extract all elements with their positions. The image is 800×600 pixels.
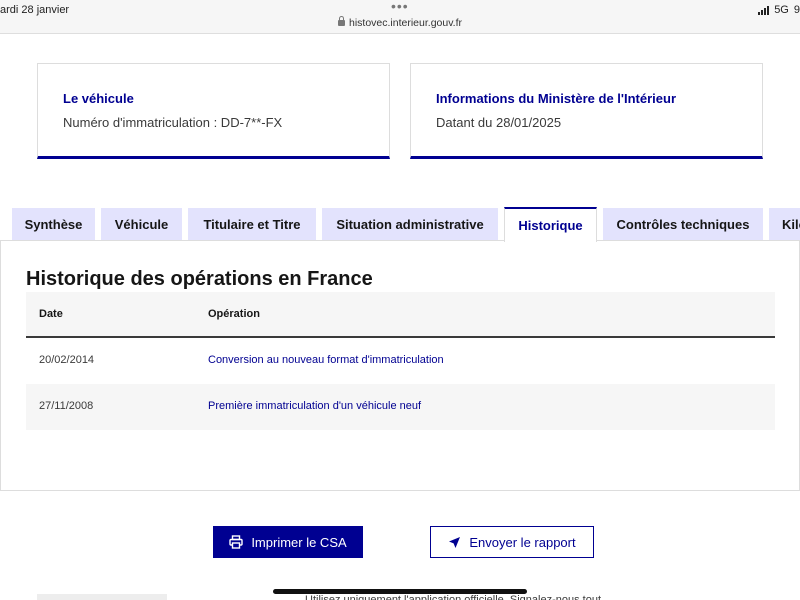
browser-status-bar: ardi 28 janvier ••• histovec.interieur.g… [0, 0, 800, 34]
row-operation: Conversion au nouveau format d'immatricu… [208, 354, 444, 366]
column-header-operation: Opération [208, 308, 260, 320]
history-title: Historique des opérations en France [26, 268, 373, 290]
history-table: Date Opération 20/02/2014 Conversion au … [26, 292, 775, 430]
status-time: ardi 28 janvier [0, 4, 70, 16]
vehicle-card-title: Le véhicule [63, 91, 134, 106]
send-report-button[interactable]: Envoyer le rapport [430, 526, 594, 558]
more-dots-icon[interactable]: ••• [391, 0, 409, 13]
tab-vehicule[interactable]: Véhicule [101, 208, 182, 241]
table-header: Date Opération [26, 292, 775, 338]
ministry-info-card: Informations du Ministère de l'Intérieur… [410, 63, 763, 159]
history-panel: Historique des opérations en France Date… [0, 240, 800, 491]
tab-titulaire-titre[interactable]: Titulaire et Titre [188, 208, 316, 241]
send-report-label: Envoyer le rapport [469, 534, 576, 550]
tab-kilometrage[interactable]: Kilo [769, 208, 800, 241]
table-row: 20/02/2014 Conversion au nouveau format … [26, 338, 775, 384]
print-csa-label: Imprimer le CSA [251, 534, 347, 550]
row-date: 20/02/2014 [39, 354, 95, 366]
tab-situation-administrative[interactable]: Situation administrative [322, 208, 498, 241]
signal-icon [758, 5, 770, 15]
address-bar[interactable]: histovec.interieur.gouv.fr [0, 16, 800, 29]
status-indicators: 5G 9 [758, 4, 800, 16]
tab-historique[interactable]: Historique [504, 207, 597, 242]
ministry-card-title: Informations du Ministère de l'Intérieur [436, 91, 677, 106]
lock-icon [337, 16, 345, 26]
home-indicator[interactable] [273, 589, 527, 594]
footer-logo-placeholder [37, 594, 167, 600]
table-row: 27/11/2008 Première immatriculation d'un… [26, 384, 775, 430]
tab-synthese[interactable]: Synthèse [12, 208, 95, 241]
report-date: Datant du 28/01/2025 [436, 115, 562, 130]
row-operation: Première immatriculation d'un véhicule n… [208, 400, 422, 412]
report-tabs: Synthèse Véhicule Titulaire et Titre Sit… [0, 207, 800, 242]
print-csa-button[interactable]: Imprimer le CSA [213, 526, 363, 558]
registration-number: Numéro d'immatriculation : DD-7**-FX [63, 115, 283, 130]
send-icon [449, 536, 461, 548]
tab-controles-techniques[interactable]: Contrôles techniques [603, 208, 763, 241]
row-date: 27/11/2008 [39, 400, 94, 412]
vehicle-info-card: Le véhicule Numéro d'immatriculation : D… [37, 63, 390, 159]
address-url: histovec.interieur.gouv.fr [348, 17, 463, 29]
printer-icon [229, 535, 244, 549]
column-header-date: Date [39, 308, 63, 320]
battery-label: 9 [793, 4, 800, 16]
network-label: 5G [774, 4, 789, 16]
